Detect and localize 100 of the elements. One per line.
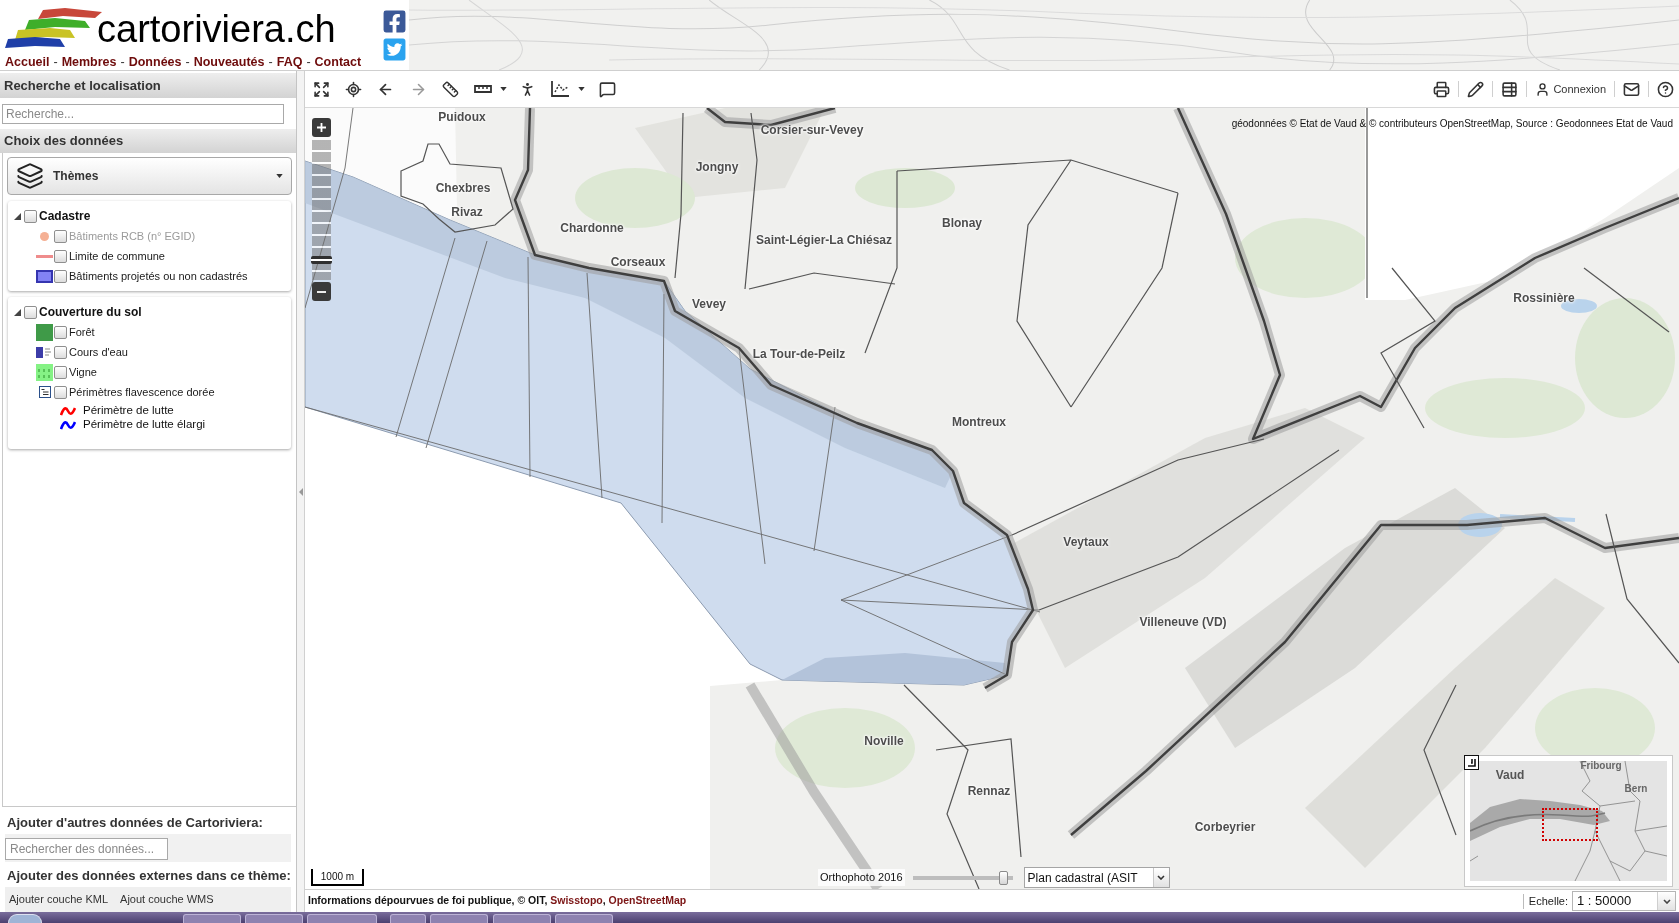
scale-bar: 1000 m [311,869,364,886]
pencil-icon[interactable] [1467,80,1485,98]
section-header: Recherche et localisation [0,73,296,98]
place-label: Villeneuve (VD) [1139,615,1227,629]
place-label: Corseaux [610,255,666,269]
collapse-icon[interactable] [1464,755,1479,770]
site-title: cartoriviera.ch [97,10,336,48]
place-label: Corbeyrier [1194,820,1256,834]
place-label: Vevey [692,297,726,311]
search-field[interactable]: Recherche... [2,104,284,124]
layer-group-label[interactable]: Couverture du sol [39,303,142,321]
help-icon[interactable] [1657,80,1674,98]
place-label: Blonay [942,216,982,230]
nav-link[interactable]: Accueil [5,53,50,72]
place-label: Rennaz [967,784,1011,798]
checkbox[interactable] [54,365,67,379]
nav-separator: - [185,54,190,71]
checkbox[interactable] [54,249,67,263]
login-button[interactable]: Connexion [1535,80,1606,98]
plus-icon [317,123,326,132]
slider-thumb[interactable] [311,256,332,265]
caret-icon[interactable] [578,87,585,91]
print-icon[interactable] [1433,80,1451,98]
nav-separator: - [306,54,311,71]
place-label: La Tour-de-Peilz [752,347,846,361]
data-search-field[interactable]: Rechercher des données... [5,838,168,860]
legend-label: Périmètre de lutte [83,403,174,419]
place-label: Veytaux [1063,535,1109,549]
place-label: Jongny [695,160,739,174]
themes-button[interactable]: Thèmes [7,157,292,195]
source-link[interactable]: Swisstopo [550,894,603,907]
section-title: Ajouter des données externes dans ce thème: [6,868,291,883]
layer-label[interactable]: Périmètres flavescence dorée [69,383,215,401]
section-title: Ajouter d'autres données de Cartoriviera: [6,815,264,830]
zoom-slider[interactable] [312,140,331,280]
nav-link[interactable]: Contact [314,53,362,72]
viewport-rectangle [1542,808,1598,841]
layer-label[interactable]: Cours d'eau [69,343,128,361]
locate-icon[interactable] [345,80,362,98]
layers-icon [16,162,44,190]
chevron-down-icon[interactable] [1662,898,1671,904]
source-link[interactable]: OpenStreetMap [608,894,687,907]
scale-select[interactable]: 1 : 50000 [1572,891,1676,911]
comment-icon[interactable] [599,80,616,98]
legend-list-icon [38,386,51,398]
user-icon [1535,81,1551,97]
checkbox[interactable] [54,385,67,399]
add-layer-button[interactable]: Ajouter couche KML [9,891,109,908]
ruler-icon[interactable] [442,80,459,98]
nav-link[interactable]: FAQ [276,53,303,72]
nav-link[interactable]: Nouveautés [193,53,265,72]
checkbox[interactable] [54,269,67,283]
zoom-in-button[interactable] [312,118,331,137]
overview-label: Fribourg [1580,761,1622,771]
horizontal-ruler-icon[interactable] [474,84,492,94]
place-label: Noville [864,734,904,748]
expand-arrow-icon[interactable] [14,308,21,316]
overview-label: Vaud [1495,769,1525,781]
place-label: Rossinière [1513,291,1575,305]
minus-icon [317,290,326,293]
facebook-icon[interactable] [382,9,407,34]
place-label: Puidoux [438,110,486,124]
layer-label[interactable]: Limite de commune [69,247,165,265]
orthophoto-label: Orthophoto 2016 [818,869,905,886]
collapse-handle-icon[interactable] [298,487,303,496]
line-chart-icon[interactable] [551,81,569,97]
expand-arrow-icon[interactable] [14,212,21,220]
chevron-down-icon[interactable] [1157,875,1166,880]
add-layer-button[interactable]: Ajout couche WMS [120,891,214,908]
caret-icon[interactable] [500,87,507,91]
attribution-text: géodonnées © Etat de Vaud & © contributeurs OpenStreetMap, Source : Geodonnees Etat de Vaud [1231,117,1673,131]
layer-label[interactable]: Vigne [69,363,97,381]
place-label: Corsier-sur-Vevey [760,123,864,137]
fullscreen-icon[interactable] [313,80,330,98]
section-header: Choix des données [0,129,296,153]
overview-label: Bern [1624,784,1648,794]
place-label: Saint-Légier-La Chiésaz [756,233,892,247]
layer-group-label[interactable]: Cadastre [39,207,91,225]
nav-separator: - [53,54,58,71]
zoom-out-button[interactable] [312,282,331,301]
checkbox[interactable] [54,345,67,359]
checkbox[interactable] [24,305,37,319]
nav-link[interactable]: Membres [61,53,117,72]
checkbox[interactable] [24,209,37,223]
place-label: Rivaz [451,205,483,219]
base-layer-select[interactable]: Plan cadastral (ASIT [1023,867,1170,888]
place-label: Chardonne [560,221,624,235]
place-label: Chexbres [435,181,491,195]
start-button[interactable] [8,914,42,923]
checkbox[interactable] [54,325,67,339]
table-icon[interactable] [1501,80,1519,98]
scale-label: Echelle: [1528,893,1568,909]
caret-icon[interactable] [276,174,283,178]
place-label: Montreux [952,415,1006,429]
layer-label[interactable]: Bâtiments projetés ou non cadastrés [69,267,248,285]
layer-label[interactable]: Forêt [69,323,95,341]
mail-icon[interactable] [1623,80,1640,98]
nav-link[interactable]: Données [128,53,182,72]
slider-thumb[interactable] [999,870,1008,885]
nav-separator: - [120,54,125,71]
